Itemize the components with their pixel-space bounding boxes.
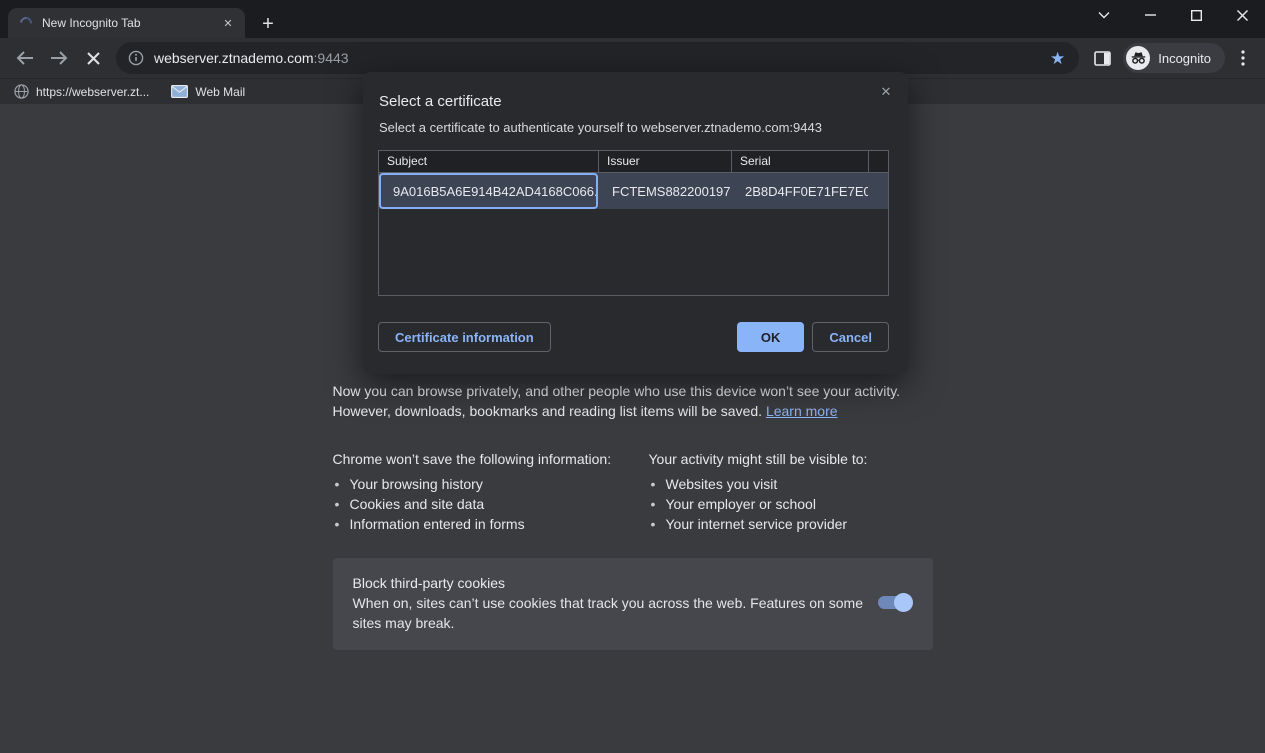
side-panel-button[interactable] [1085,43,1119,73]
block-cookies-card: Block third-party cookies When on, sites… [333,558,933,650]
still-visible-list: Websites you visit Your employer or scho… [649,474,933,534]
still-visible-column: Your activity might still be visible to:… [649,449,933,534]
column-header-gutter [868,151,888,172]
incognito-avatar [1126,46,1150,70]
dialog-subtitle: Select a certificate to authenticate you… [363,110,908,135]
column-heading: Your activity might still be visible to: [649,449,933,469]
globe-icon [14,84,29,99]
certificate-row-selected[interactable]: 9A016B5A6E914B42AD4168C066... FCTEMS8822… [379,173,888,209]
window-minimize-button[interactable] [1127,0,1173,30]
browser-menu-button[interactable] [1229,44,1257,72]
list-item: Websites you visit [649,474,933,494]
address-bar[interactable]: webserver.ztnademo.com:9443 ★ [116,42,1079,74]
cookie-card-description: When on, sites can’t use cookies that tr… [353,593,865,633]
column-heading: Chrome won’t save the following informat… [333,449,649,469]
intro-line1: Now you can browse privately, and other … [333,383,901,399]
dialog-close-icon[interactable]: ✕ [876,82,896,102]
dialog-footer: Certificate information OK Cancel [378,322,889,352]
list-item: Information entered in forms [333,514,649,534]
wont-save-list: Your browsing history Cookies and site d… [333,474,649,534]
list-item: Your employer or school [649,494,933,514]
url-port: :9443 [314,50,349,66]
cell-subject[interactable]: 9A016B5A6E914B42AD4168C066... [379,173,598,209]
tab-close-icon[interactable]: ✕ [219,14,237,32]
new-tab-button[interactable]: + [254,10,282,38]
window-close-button[interactable] [1219,0,1265,30]
select-certificate-dialog: ✕ Select a certificate Select a certific… [363,72,908,374]
url-host: webserver.ztnademo.com [154,50,314,66]
window-controls [1081,0,1265,30]
forward-button[interactable] [44,43,74,73]
dialog-title: Select a certificate [363,72,908,110]
incognito-intro-text: Now you can browse privately, and other … [333,381,933,421]
browser-tab[interactable]: New Incognito Tab ✕ [8,8,245,38]
incognito-info-columns: Chrome won’t save the following informat… [333,449,933,534]
mail-envelope-icon [171,85,188,98]
column-header-serial[interactable]: Serial [731,151,868,172]
url-text[interactable]: webserver.ztnademo.com:9443 [154,50,1046,66]
back-button[interactable] [10,43,40,73]
certificate-table: Subject Issuer Serial 9A016B5A6E914B42AD… [378,150,889,296]
side-panel-icon [1094,51,1111,66]
bookmark-label: https://webserver.zt... [36,85,149,99]
incognito-icon [1131,52,1146,64]
incognito-label: Incognito [1158,51,1211,66]
wont-save-column: Chrome won’t save the following informat… [333,449,649,534]
window-maximize-button[interactable] [1173,0,1219,30]
learn-more-link[interactable]: Learn more [766,403,838,419]
back-arrow-icon [16,51,34,65]
list-item: Your browsing history [333,474,649,494]
certificate-information-button[interactable]: Certificate information [378,322,551,352]
titlebar: New Incognito Tab ✕ + [0,0,1265,38]
forward-arrow-icon [50,51,68,65]
ok-button[interactable]: OK [737,322,805,352]
column-header-subject[interactable]: Subject [379,151,598,172]
close-icon [1237,10,1248,21]
tab-title: New Incognito Tab [42,16,219,30]
bookmark-star-filled-icon[interactable]: ★ [1046,50,1069,67]
loading-spinner-icon [18,15,35,32]
bookmark-item-webserver[interactable]: https://webserver.zt... [14,81,149,103]
page-info-icon[interactable] [128,50,144,66]
bookmark-item-webmail[interactable]: Web Mail [171,81,245,103]
maximize-icon [1191,10,1202,21]
chevron-down-icon [1098,11,1110,19]
toggle-knob [894,593,913,612]
stop-loading-icon [87,52,100,65]
cell-issuer[interactable]: FCTEMS8822001975 [598,173,731,209]
footer-right-buttons: OK Cancel [737,322,889,352]
cookie-card-title: Block third-party cookies [353,573,913,593]
column-header-issuer[interactable]: Issuer [598,151,731,172]
window-chevron-button[interactable] [1081,0,1127,30]
incognito-badge[interactable]: Incognito [1123,43,1225,73]
certificate-table-header: Subject Issuer Serial [379,151,888,173]
minimize-icon [1145,14,1156,16]
bookmark-label: Web Mail [195,85,245,99]
kebab-menu-icon [1241,50,1245,66]
list-item: Your internet service provider [649,514,933,534]
intro-line2: However, downloads, bookmarks and readin… [333,403,763,419]
list-item: Cookies and site data [333,494,649,514]
cancel-button[interactable]: Cancel [812,322,889,352]
cell-serial[interactable]: 2B8D4FF0E71FE7E0... [731,173,868,209]
stop-loading-button[interactable] [78,43,108,73]
block-cookies-toggle[interactable] [878,596,911,609]
